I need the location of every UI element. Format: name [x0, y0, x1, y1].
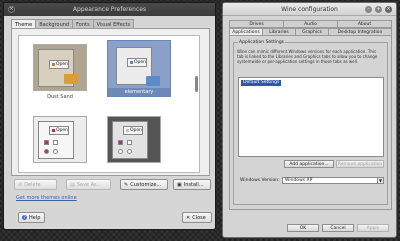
- folder-icon: [126, 129, 129, 132]
- brush-icon: ✎: [124, 181, 129, 188]
- install-icon: ▣: [177, 181, 182, 188]
- appearance-preferences-window: × Appearance Preferences Theme Backgroun…: [3, 2, 216, 230]
- close-window-icon[interactable]: ×: [8, 6, 15, 13]
- save-icon: ▤: [70, 181, 75, 188]
- customize-label: Customize...: [130, 181, 162, 188]
- windows-version-label: Windows Version:: [240, 178, 280, 183]
- theme-preview-open-button: Open: [49, 60, 69, 69]
- delete-button[interactable]: ⊘ Delete: [14, 179, 57, 190]
- window-title: Wine configuration: [281, 5, 338, 13]
- help-label: Help: [29, 214, 41, 221]
- radio-icon: [53, 149, 58, 154]
- open-label: Open: [55, 62, 68, 67]
- close-window-icon[interactable]: ×: [385, 6, 392, 13]
- application-list[interactable]: Default Settings: [238, 77, 384, 157]
- theme-elementary[interactable]: Open elementary: [107, 40, 171, 97]
- application-settings-description: Wine can mimic different Windows version…: [237, 49, 378, 64]
- chevron-down-icon: ▼: [377, 178, 383, 183]
- open-label: Open: [133, 60, 146, 65]
- delete-icon: ⊘: [18, 181, 23, 188]
- wine-configuration-window: Wine configuration – + × Drives Audio Ab…: [222, 2, 397, 238]
- remove-application-button[interactable]: Remove application: [336, 160, 384, 168]
- close-button[interactable]: ✕ Close: [182, 212, 212, 223]
- folder-icon: [130, 61, 133, 64]
- theme-preview-open-button: Open: [127, 58, 147, 67]
- window-title: Appearance Preferences: [72, 6, 147, 13]
- windows-version-value: Windows XP: [285, 178, 313, 183]
- help-icon: ?: [22, 215, 27, 220]
- wine-titlebar[interactable]: Wine configuration – + ×: [223, 3, 396, 16]
- applications-tab-panel: Application Settings Wine can mimic diff…: [229, 35, 392, 210]
- open-label: Open: [129, 128, 142, 133]
- customize-button[interactable]: ✎ Customize...: [120, 179, 168, 190]
- theme-pane: Open Dust Sand Open elementary Open Open: [11, 28, 210, 176]
- group-title: Application Settings: [238, 40, 286, 45]
- save-as-button[interactable]: ▤ Save As...: [66, 179, 111, 190]
- save-as-label: Save As...: [76, 181, 102, 188]
- add-application-button[interactable]: Add application...: [284, 160, 334, 168]
- checkbox-icon: [44, 140, 49, 145]
- install-button[interactable]: ▣ Install...: [173, 179, 211, 190]
- theme-preview-window: Open: [38, 121, 74, 159]
- radio-icon: [127, 149, 132, 154]
- folder-icon: [52, 129, 55, 132]
- theme-grid[interactable]: Open Dust Sand Open elementary Open Open: [18, 35, 200, 173]
- theme-preview-open-button: Open: [123, 126, 143, 135]
- install-label: Install...: [183, 181, 204, 188]
- get-more-themes-link[interactable]: Get more themes online: [16, 195, 77, 201]
- tab-audio[interactable]: Audio: [283, 20, 338, 28]
- theme-name-dust-sand: Dust Sand: [47, 94, 73, 100]
- tab-drives[interactable]: Drives: [229, 20, 284, 28]
- checkbox-icon: [118, 140, 123, 145]
- theme-preview-open-button: Open: [49, 126, 69, 135]
- ok-button[interactable]: OK: [287, 224, 319, 232]
- theme-preview-window: Open: [112, 121, 148, 159]
- checkbox-icon: [53, 140, 58, 145]
- close-label: Close: [192, 214, 206, 221]
- theme-grid-scrollbar[interactable]: [195, 76, 198, 92]
- open-label: Open: [55, 128, 68, 133]
- folder-icon: [64, 74, 78, 84]
- theme-name-elementary: elementary: [108, 88, 170, 96]
- folder-icon: [146, 76, 160, 86]
- apply-button[interactable]: Apply: [357, 224, 389, 232]
- maximize-icon[interactable]: +: [375, 6, 382, 13]
- theme-4[interactable]: Open: [107, 116, 161, 163]
- folder-icon: [52, 63, 55, 66]
- windows-version-select[interactable]: Windows XP ▼: [282, 177, 384, 184]
- radio-icon: [44, 149, 49, 154]
- checkbox-icon: [127, 140, 132, 145]
- close-icon: ✕: [186, 214, 191, 221]
- cancel-button[interactable]: Cancel: [322, 224, 354, 232]
- radio-icon: [118, 149, 123, 154]
- application-settings-group: Application Settings Wine can mimic diff…: [233, 40, 388, 205]
- appearance-titlebar[interactable]: × Appearance Preferences: [4, 3, 215, 16]
- theme-3[interactable]: Open: [33, 116, 87, 163]
- list-item[interactable]: Default Settings: [241, 80, 282, 86]
- help-button[interactable]: ? Help: [18, 212, 45, 223]
- tab-about[interactable]: About: [337, 20, 392, 28]
- minimize-icon[interactable]: –: [365, 6, 372, 13]
- theme-dust-sand[interactable]: Open: [33, 44, 87, 91]
- delete-label: Delete: [24, 181, 41, 188]
